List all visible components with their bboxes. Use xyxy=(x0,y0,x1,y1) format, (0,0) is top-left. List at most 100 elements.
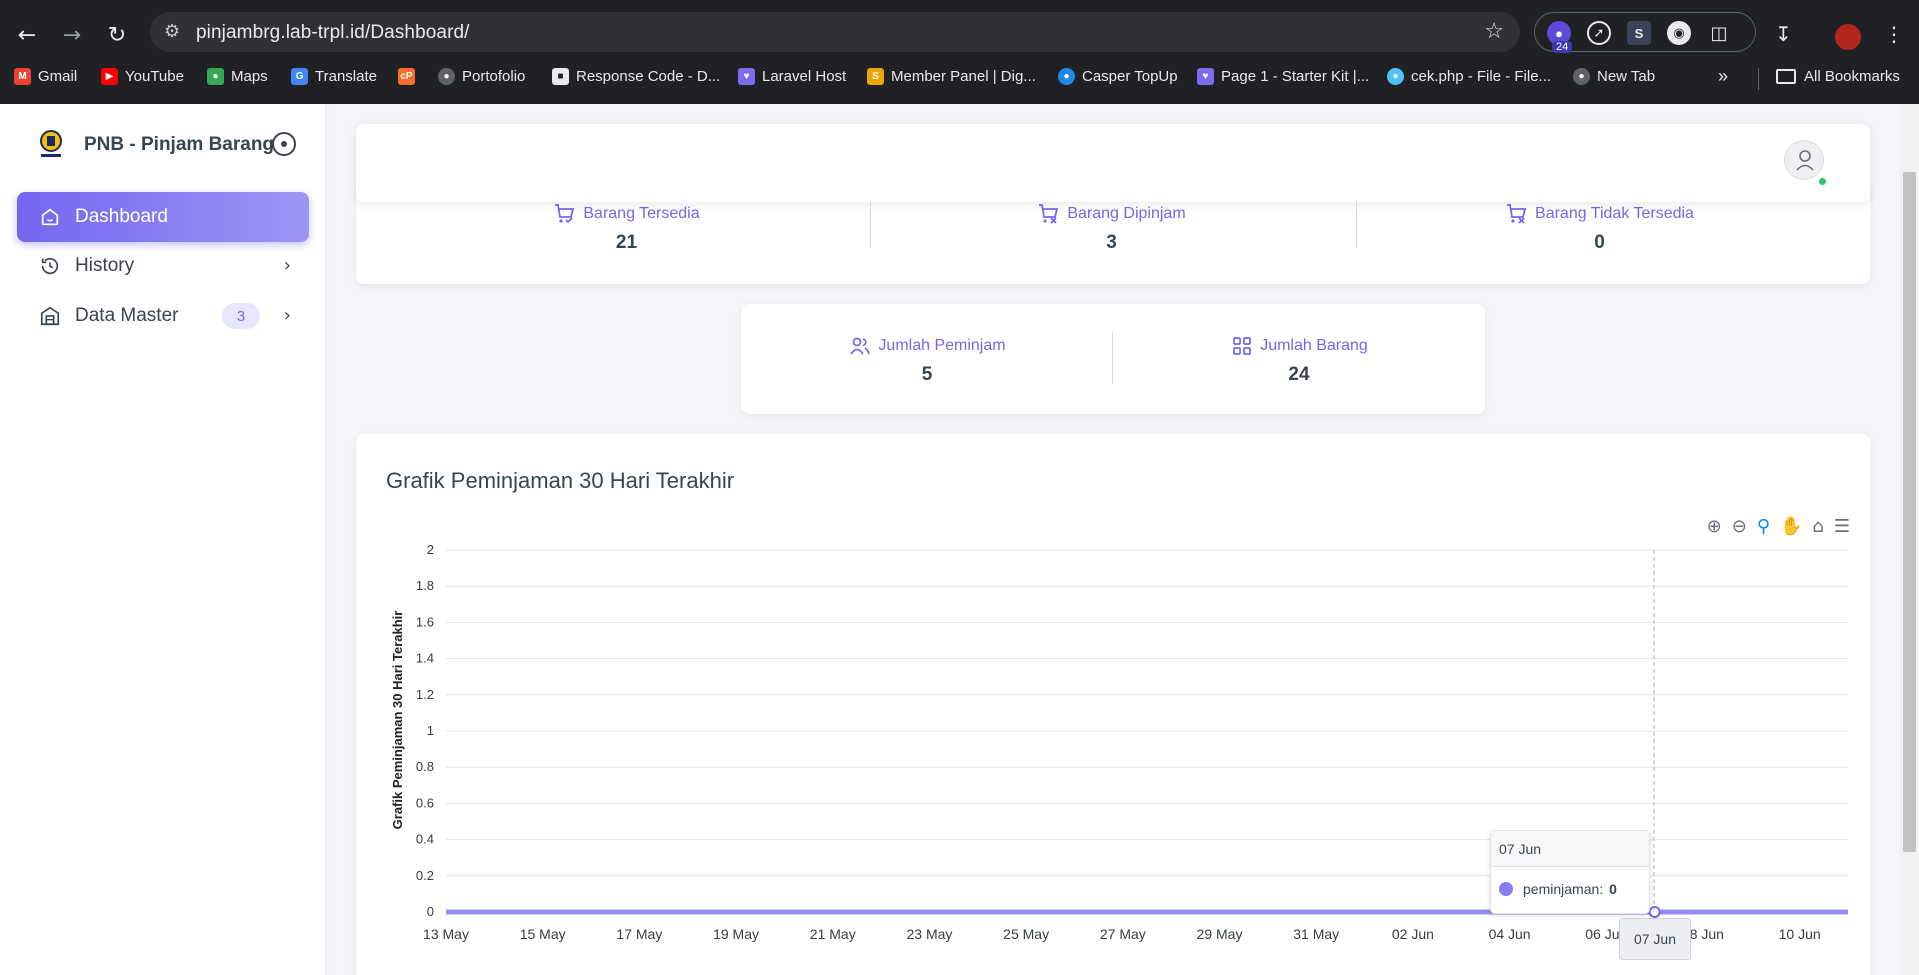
cart-check-icon xyxy=(555,204,575,224)
tooltip-series-label: peminjaman: xyxy=(1523,881,1604,897)
cart-x-icon xyxy=(1507,204,1527,224)
grid-icon xyxy=(1233,337,1252,355)
stat-jumlah-barang: Jumlah Barang 24 xyxy=(1113,334,1485,386)
sidebar-item-dashboard[interactable]: Dashboard xyxy=(17,192,309,242)
chart-title: Grafik Peminjaman 30 Hari Terakhir xyxy=(386,468,735,493)
bookmark-translate[interactable]: G Translate xyxy=(291,68,377,85)
stat-barang-tersedia: Barang Tersedia 21 xyxy=(356,202,897,254)
x-axis-crosshair-label: 07 Jun xyxy=(1619,918,1691,960)
bookmark-portofolio[interactable]: ● Portofolio xyxy=(438,68,525,85)
stat-label: Jumlah Barang xyxy=(1260,337,1368,354)
bookmark-cek-php[interactable]: ● cek.php - File - File... xyxy=(1387,68,1551,85)
stat-label: Jumlah Peminjam xyxy=(878,337,1006,354)
tooltip-date: 07 Jun xyxy=(1491,831,1649,867)
home-icon xyxy=(41,208,59,226)
reset-home-icon[interactable]: ⌂ xyxy=(1812,516,1823,537)
site-settings-icon[interactable]: ⚙ xyxy=(164,21,180,42)
zoom-select-icon[interactable]: ⚲ xyxy=(1757,516,1770,537)
bookmark-laravel-host[interactable]: ♥ Laravel Host xyxy=(738,68,846,85)
zoom-in-icon[interactable]: ⊕ xyxy=(1707,516,1722,537)
stat-label: Barang Tersedia xyxy=(583,205,700,222)
bookmarks-divider xyxy=(1758,68,1759,90)
more-bookmarks-icon[interactable]: » xyxy=(1718,66,1728,87)
sidebar-item-label: History xyxy=(75,255,135,276)
sidebar-item-history[interactable]: History › xyxy=(17,241,309,291)
bookmark-youtube[interactable]: ▶ YouTube xyxy=(101,68,184,85)
brand[interactable]: PNB - Pinjam Barang xyxy=(38,130,274,160)
users-icon xyxy=(850,337,871,355)
chevron-right-icon: › xyxy=(283,305,291,326)
bookmark-gmail[interactable]: M Gmail xyxy=(14,68,77,85)
heart-icon: ♥ xyxy=(1197,68,1214,85)
heart-icon: ♥ xyxy=(738,68,755,85)
page-scrollbar[interactable] xyxy=(1900,104,1919,975)
maps-icon: ● xyxy=(207,68,224,85)
folder-icon xyxy=(1776,69,1796,84)
building-icon xyxy=(40,306,60,326)
casper-icon: ● xyxy=(1058,68,1075,85)
tooltip-value: 0 xyxy=(1609,881,1617,897)
sidebar-item-label: Data Master xyxy=(75,305,179,326)
bookmark-maps[interactable]: ● Maps xyxy=(207,68,268,85)
address-row: ← → ↻ ⚙ pinjambrg.lab-trpl.id/Dashboard/… xyxy=(0,8,1919,56)
scroll-thumb[interactable] xyxy=(1903,172,1916,852)
menu-badge: 3 xyxy=(222,303,260,329)
tooltip-body: peminjaman: 0 xyxy=(1491,867,1649,911)
cpanel-icon: cP xyxy=(398,68,415,85)
url-text[interactable]: pinjambrg.lab-trpl.id/Dashboard/ xyxy=(196,22,470,44)
brand-title: PNB - Pinjam Barang xyxy=(84,134,275,155)
puzzle-icon[interactable]: ◫ xyxy=(1707,21,1731,45)
youtube-icon: ▶ xyxy=(101,68,118,85)
browser-toolbar: ← → ↻ ⚙ pinjambrg.lab-trpl.id/Dashboard/… xyxy=(0,0,1919,104)
cart-x-icon xyxy=(1039,204,1059,224)
profile-avatar[interactable] xyxy=(1835,24,1861,50)
chrome-menu-icon[interactable]: ⋮ xyxy=(1884,22,1904,46)
back-icon[interactable]: ← xyxy=(12,20,42,50)
bookmark-casper-topup[interactable]: ● Casper TopUp xyxy=(1058,68,1178,85)
chart-menu-icon[interactable]: ☰ xyxy=(1834,516,1850,537)
download-icon[interactable]: ↧ xyxy=(1775,22,1792,46)
bookmarks-bar: M Gmail ▶ YouTube ● Maps G Translate cP ● Por… xyxy=(0,64,1919,92)
user-avatar[interactable] xyxy=(1784,140,1824,180)
bookmark-cpanel[interactable]: cP xyxy=(398,68,422,85)
bookmark-new-tab[interactable]: ● New Tab xyxy=(1573,68,1655,85)
stat-value: 5 xyxy=(921,364,933,385)
bookmark-star-icon[interactable]: ☆ xyxy=(1484,19,1504,44)
sidebar-item-data-master[interactable]: Data Master 3 › xyxy=(17,291,309,341)
globe-icon: ● xyxy=(1573,68,1590,85)
globe-icon: ● xyxy=(438,68,455,85)
address-bar[interactable]: ⚙ pinjambrg.lab-trpl.id/Dashboard/ ☆ xyxy=(150,12,1520,52)
file-icon: ● xyxy=(1387,68,1404,85)
online-status-dot xyxy=(1817,176,1828,187)
reload-icon[interactable]: ↻ xyxy=(102,20,132,50)
stat-barang-tidak-tersedia: Barang Tidak Tersedia 0 xyxy=(1356,202,1843,254)
circle-extension-icon[interactable]: ◉ xyxy=(1667,21,1691,45)
stat-value: 24 xyxy=(1288,364,1310,385)
forward-icon[interactable]: → xyxy=(57,20,87,50)
extension-badge: 24 xyxy=(1552,41,1573,53)
chart-toolbar: ⊕ ⊖ ⚲ ✋ ⌂ ☰ xyxy=(1707,516,1850,537)
sidebar-toggle-icon[interactable] xyxy=(272,132,296,156)
all-bookmarks-button[interactable]: All Bookmarks xyxy=(1776,68,1900,85)
bookmark-member-panel[interactable]: S Member Panel | Dig... xyxy=(867,68,1036,85)
compass-icon[interactable]: ➚ xyxy=(1587,21,1611,45)
user-icon xyxy=(1796,150,1814,171)
translate-icon: G xyxy=(291,68,308,85)
bookmark-starter-kit[interactable]: ♥ Page 1 - Starter Kit |... xyxy=(1197,68,1369,85)
bookmark-response-code[interactable]: ■ Response Code - D... xyxy=(552,68,720,85)
cube-icon: ■ xyxy=(552,68,569,85)
pan-hand-icon[interactable]: ✋ xyxy=(1780,516,1802,537)
stats-card-summary: Jumlah Peminjam 5 Jumlah Barang 24 xyxy=(741,304,1485,414)
top-navbar xyxy=(356,124,1870,202)
stat-value: 3 xyxy=(1106,232,1117,253)
stat-barang-dipinjam: Barang Dipinjam 3 xyxy=(841,202,1382,254)
zoom-out-icon[interactable]: ⊖ xyxy=(1732,516,1747,537)
s-extension-icon[interactable]: S xyxy=(1627,21,1651,45)
stat-jumlah-peminjam: Jumlah Peminjam 5 xyxy=(741,334,1113,386)
logo-icon xyxy=(38,130,64,160)
sidebar: PNB - Pinjam Barang Dashboard History › … xyxy=(0,104,325,975)
history-icon xyxy=(41,257,59,275)
chart-tooltip: 07 Jun peminjaman: 0 xyxy=(1490,830,1650,914)
gmail-icon: M xyxy=(14,68,31,85)
stat-value: 21 xyxy=(615,232,638,253)
